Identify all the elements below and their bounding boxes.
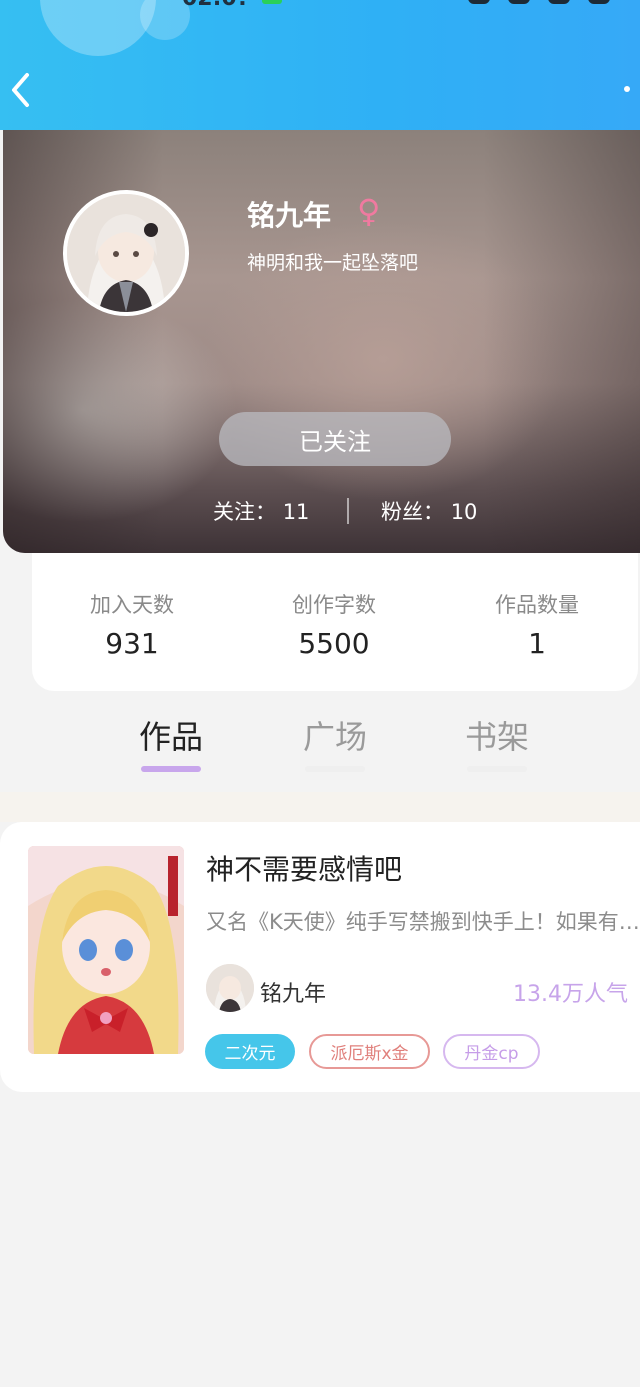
status-indicator — [262, 0, 282, 4]
stat-label: 加入天数 — [90, 593, 174, 617]
stats-card: 加入天数 931 创作字数 5500 作品数量 1 — [32, 553, 638, 691]
top-header: 02:0? — [0, 0, 640, 130]
profile-hero: 铭九年 ♀ 神明和我一起坠落吧 已关注 关注： 11 粉丝： 10 — [3, 130, 640, 553]
stat-works-count: 作品数量 1 — [457, 589, 617, 660]
tab-indicator-active — [141, 766, 201, 772]
female-icon: ♀ — [357, 192, 381, 230]
stat-value: 5500 — [298, 627, 370, 660]
status-icon — [548, 0, 570, 4]
book-cover[interactable] — [28, 846, 184, 1054]
user-bio: 神明和我一起坠落吧 — [247, 252, 419, 274]
profile-page: 02:0? — [0, 0, 640, 1387]
section-divider — [0, 792, 640, 822]
popularity-count: 13.4万人气 — [513, 982, 628, 1007]
stat-value: 931 — [105, 627, 159, 660]
following-label: 关注： — [213, 500, 276, 524]
fans-label: 粉丝： — [381, 500, 444, 524]
tag-chip[interactable]: 派厄斯x金 — [309, 1034, 430, 1069]
author-name[interactable]: 铭九年 — [260, 976, 326, 1008]
chevron-left-icon — [12, 73, 29, 107]
tab-square[interactable]: 广场 — [290, 712, 380, 758]
tab-bookshelf[interactable]: 书架 — [452, 712, 542, 758]
stat-join-days: 加入天数 931 — [52, 589, 212, 660]
status-icon — [468, 0, 490, 4]
status-time: 02:0? — [182, 0, 249, 11]
user-name: 铭九年 — [247, 199, 332, 232]
more-options-button[interactable] — [622, 84, 632, 94]
tag-chip[interactable]: 二次元 — [205, 1034, 295, 1069]
author-avatar[interactable] — [206, 964, 254, 1012]
stat-value: 1 — [528, 627, 546, 660]
fans-count[interactable]: 粉丝： 10 — [381, 496, 477, 526]
stat-word-count: 创作字数 5500 — [254, 589, 414, 660]
following-count[interactable]: 关注： 11 — [213, 496, 309, 526]
cover-image — [28, 846, 184, 1054]
work-description: 又名《K天使》纯手写禁搬到快手上！如果有人看到请联系我 — [206, 910, 640, 934]
tab-indicator — [467, 766, 527, 772]
tab-bar: 作品 广场 书架 — [0, 700, 640, 790]
status-icon — [588, 0, 610, 4]
fans-value: 10 — [450, 500, 478, 524]
work-title[interactable]: 神不需要感情吧 — [206, 848, 402, 888]
following-value: 11 — [282, 500, 310, 524]
stat-label: 创作字数 — [292, 593, 376, 617]
follow-button[interactable]: 已关注 — [219, 412, 451, 466]
tag-chip[interactable]: 丹金cp — [443, 1034, 540, 1069]
status-icon — [508, 0, 530, 4]
divider — [347, 498, 349, 524]
avatar-image — [67, 194, 185, 312]
stat-label: 作品数量 — [495, 593, 579, 617]
avatar[interactable] — [63, 190, 189, 316]
avatar-image — [206, 964, 254, 1012]
work-card[interactable]: 神不需要感情吧 又名《K天使》纯手写禁搬到快手上！如果有人看到请联系我 铭九年 … — [0, 822, 640, 1092]
decorative-bubble — [40, 0, 156, 56]
back-button[interactable] — [0, 68, 40, 112]
tab-works[interactable]: 作品 — [126, 712, 216, 758]
status-icons — [468, 0, 610, 4]
tab-indicator — [305, 766, 365, 772]
